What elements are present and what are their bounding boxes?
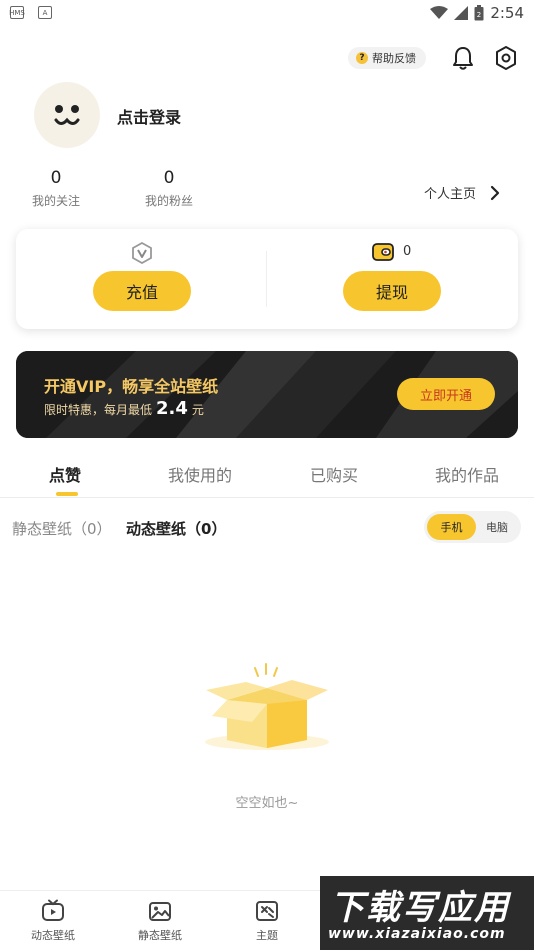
image-icon	[149, 902, 171, 921]
watermark-title: 下载写应用	[330, 888, 510, 928]
question-icon: ?	[356, 52, 368, 64]
smiley-face-icon	[54, 105, 80, 125]
tab-my-works[interactable]: 我的作品	[435, 462, 499, 486]
nav-static-wallpaper-label: 静态壁纸	[138, 929, 182, 942]
wifi-icon	[430, 6, 449, 19]
bell-icon[interactable]	[451, 45, 475, 71]
active-tab-indicator	[56, 492, 78, 496]
hms-icon: HMS	[9, 6, 25, 19]
coin-balance: 0	[403, 244, 412, 259]
status-bar: HMS A 2 2:54	[0, 0, 534, 28]
following-stat[interactable]: 0 我的关注	[16, 168, 96, 209]
nav-dynamic-wallpaper[interactable]: 动态壁纸	[13, 899, 93, 943]
nav-theme-label: 主题	[256, 929, 278, 942]
personal-homepage-link[interactable]: 个人主页	[424, 183, 500, 202]
a-notification-icon: A	[38, 6, 52, 19]
vip-subtitle: 限时特惠，每月最低 2.4 元	[44, 398, 204, 419]
wallet-icon	[372, 243, 394, 261]
empty-box-icon	[205, 663, 329, 750]
recharge-button[interactable]: 充值	[93, 271, 191, 311]
help-feedback-button[interactable]: ? 帮助反馈	[348, 47, 426, 69]
vip-coin-icon	[132, 242, 152, 264]
following-count: 0	[50, 168, 62, 188]
nav-static-wallpaper[interactable]: 静态壁纸	[120, 899, 200, 943]
static-wallpaper-filter[interactable]: 静态壁纸（0）	[12, 518, 112, 539]
theme-icon	[256, 901, 278, 921]
vip-banner[interactable]: 开通VIP，畅享全站壁纸 限时特惠，每月最低 2.4 元 立即开通	[16, 351, 518, 438]
tab-likes[interactable]: 点赞	[49, 462, 81, 486]
vip-price-unit: 元	[191, 403, 204, 417]
device-toggle: 手机 电脑	[424, 511, 521, 543]
signal-icon	[454, 6, 469, 20]
help-feedback-label: 帮助反馈	[372, 52, 416, 65]
open-vip-button[interactable]: 立即开通	[397, 378, 495, 410]
tab-bar: 点赞 我使用的 已购买 我的作品	[0, 452, 534, 498]
dynamic-wallpaper-filter[interactable]: 动态壁纸（0）	[126, 518, 226, 539]
fans-label: 我的粉丝	[144, 194, 193, 208]
clock: 2:54	[490, 4, 524, 22]
nav-dynamic-wallpaper-label: 动态壁纸	[31, 929, 75, 942]
vip-price: 2.4	[156, 398, 188, 419]
empty-state-text: 空空如也~	[235, 796, 299, 811]
battery-level-text: 2	[477, 11, 481, 19]
nav-theme[interactable]: 主题	[227, 899, 307, 943]
fans-count: 0	[163, 168, 175, 188]
wallet-card: 充值 0 提现	[16, 229, 518, 329]
chevron-right-icon	[490, 185, 500, 200]
tab-purchased[interactable]: 已购买	[310, 462, 358, 486]
personal-homepage-label: 个人主页	[424, 187, 477, 202]
withdraw-button[interactable]: 提现	[343, 271, 441, 311]
vip-title: 开通VIP，畅享全站壁纸	[44, 377, 219, 396]
watermark-url: www.xiazaixiao.com	[328, 926, 506, 942]
login-link[interactable]: 点击登录	[117, 104, 181, 128]
tv-icon	[42, 899, 64, 921]
device-phone-option[interactable]: 手机	[427, 514, 476, 540]
avatar[interactable]	[34, 82, 100, 148]
settings-icon[interactable]	[494, 45, 518, 71]
following-label: 我的关注	[31, 194, 80, 208]
watermark-logo: 下载写应用 www.xiazaixiao.com	[320, 876, 534, 950]
fans-stat[interactable]: 0 我的粉丝	[129, 168, 209, 209]
battery-icon: 2	[474, 5, 484, 21]
wallet-divider	[266, 251, 267, 307]
device-pc-option[interactable]: 电脑	[476, 514, 518, 540]
tab-used[interactable]: 我使用的	[168, 462, 232, 486]
vip-subtitle-prefix: 限时特惠，每月最低	[44, 403, 153, 417]
